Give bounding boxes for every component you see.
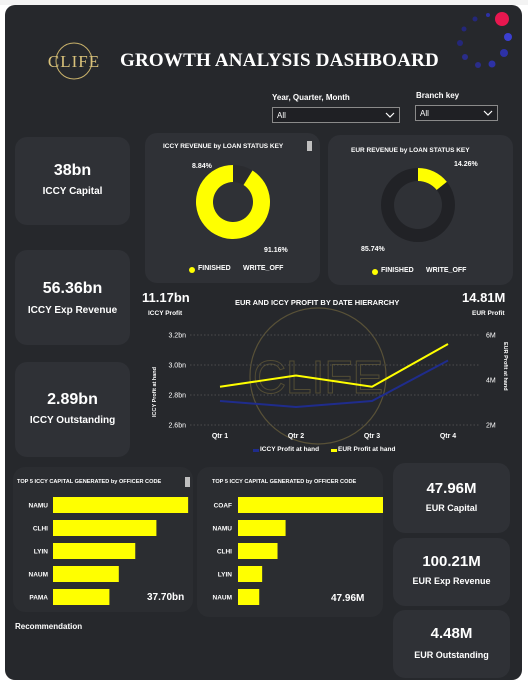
bar-clhi[interactable] (238, 543, 278, 559)
donut-chart-eur (381, 168, 455, 242)
x-tick-label: Qtr 4 (440, 433, 456, 440)
dashboard-canvas: CLIFE GROWTH ANALYSIS DASHBOARD Year, Qu… (5, 5, 522, 680)
logo-text: CLIFE (47, 52, 101, 71)
page-title: GROWTH ANALYSIS DASHBOARD (120, 50, 439, 71)
bar-category-label: PAMA (29, 595, 48, 602)
kpi-label: ICCY Capital (42, 186, 103, 197)
kpi-label: ICCY Exp Revenue (27, 305, 118, 316)
kpi-card-iccy-capital[interactable]: 38bn ICCY Capital (15, 137, 130, 225)
legend-dot-finished (372, 269, 378, 275)
bar-coaf[interactable] (238, 497, 383, 513)
profit-line-chart: CLIFE 3.2bn 3.0bn 2.8bn 2.6bn 6M 4M 2M Qtr 1 Qtr… (152, 307, 508, 445)
bar-naum[interactable] (238, 589, 260, 605)
donut-card-iccy-revenue[interactable]: ICCY REVENUE by LOAN STATUS KEY 8.84% 91… (145, 133, 320, 283)
donut-chart-iccy (196, 165, 270, 239)
kpi-label: EUR Exp Revenue (412, 576, 491, 586)
bar-category-label: LYIN (34, 549, 49, 556)
x-tick-label: Qtr 1 (212, 433, 228, 440)
kpi-card-iccy-outstanding[interactable]: 2.89bn ICCY Outstanding (15, 362, 130, 457)
kpi-card-eur-outstanding[interactable]: 4.48M EUR Outstanding (393, 610, 510, 678)
bar-category-label: COAF (214, 503, 232, 510)
kpi-value: 4.48M (430, 625, 473, 642)
bar-clhi[interactable] (53, 520, 157, 536)
period-slicer-value: All (277, 111, 286, 120)
kpi-value: 38bn (53, 162, 92, 179)
branch-slicer[interactable]: All (415, 105, 498, 121)
bar-category-label: NAMU (213, 526, 233, 533)
y-left-tick-label: 2.6bn (168, 423, 186, 430)
legend-line-iccy (253, 449, 259, 452)
chevron-down-icon (385, 112, 395, 118)
legend-iccy: ICCY Profit at hand (260, 446, 320, 453)
legend-line-eur (331, 449, 337, 452)
bar-total: 37.70bn (147, 592, 185, 603)
branch-slicer-value: All (420, 109, 429, 118)
y-right-tick-label: 4M (486, 378, 496, 385)
period-slicer-label: Year, Quarter, Month (272, 93, 350, 102)
y-left-tick-label: 2.8bn (168, 393, 186, 400)
right-axis-title: EUR Profit at hand (502, 342, 508, 391)
watermark-logo: CLIFE (249, 307, 387, 445)
bar-chart-iccy: NAMU CLHI LYIN NAUM PAMA (29, 497, 189, 605)
legend-finished: FINISHED (198, 265, 231, 272)
loading-dots-icon (457, 12, 512, 68)
bar-namu[interactable] (238, 520, 286, 536)
profit-chart-panel[interactable]: 11.17bn ICCY Profit 14.81M EUR Profit EU… (140, 290, 518, 460)
kpi-value: 2.89bn (47, 391, 98, 408)
kpi-value: 47.96M (426, 480, 477, 497)
period-slicer[interactable]: All (272, 107, 400, 123)
donut-card-eur-revenue[interactable]: EUR REVENUE by LOAN STATUS KEY 14.26% 85… (328, 135, 513, 285)
y-left-tick-label: 3.0bn (168, 363, 186, 370)
left-axis-title: ICCY Profit at hand (152, 367, 158, 417)
legend-write-off: WRITE_OFF (243, 265, 284, 272)
bar-naum[interactable] (53, 566, 119, 582)
bar-category-label: NAUM (29, 572, 49, 579)
kpi-label: ICCY Outstanding (29, 415, 116, 426)
kpi-card-eur-exp-revenue[interactable]: 100.21M EUR Exp Revenue (393, 538, 510, 606)
finished-pct-label: 91.16% (264, 247, 288, 254)
logo: CLIFE (42, 41, 106, 81)
x-tick-label: Qtr 3 (364, 433, 380, 440)
write-off-pct-label: 8.84% (192, 163, 212, 170)
legend-finished: FINISHED (381, 267, 414, 274)
bar-category-label: NAUM (213, 595, 233, 602)
legend-write-off: WRITE_OFF (426, 267, 467, 274)
bar-category-label: NAMU (29, 503, 49, 510)
recommendation-label: Recommendation (15, 622, 83, 631)
chevron-down-icon (483, 110, 493, 116)
bar-pama[interactable] (53, 589, 110, 605)
kpi-card-iccy-exp-revenue[interactable]: 56.36bn ICCY Exp Revenue (15, 250, 130, 345)
kpi-value: 56.36bn (42, 280, 103, 297)
kpi-card-eur-capital[interactable]: 47.96M EUR Capital (393, 463, 510, 533)
kpi-value: 100.21M (422, 553, 481, 570)
bar-category-label: CLHI (33, 526, 48, 533)
kpi-label: EUR Capital (425, 503, 478, 513)
y-left-tick-label: 3.2bn (168, 333, 186, 340)
write-off-pct-label: 85.74% (361, 246, 385, 253)
y-right-tick-label: 2M (486, 423, 496, 430)
kpi-label: EUR Outstanding (414, 650, 489, 660)
bar-lyin[interactable] (238, 566, 263, 582)
watermark-text: CLIFE (253, 351, 383, 403)
bar-category-label: LYIN (218, 572, 233, 579)
legend-eur: EUR Profit at hand (338, 446, 396, 453)
bar-card-iccy-officer[interactable]: TOP 5 ICCY CAPITAL GENERATED by OFFICER … (13, 467, 193, 612)
y-right-tick-label: 6M (486, 333, 496, 340)
bar-card-eur-officer[interactable]: TOP 5 ICCY CAPITAL GENERATED by OFFICER … (197, 467, 383, 617)
bar-namu[interactable] (53, 497, 189, 513)
x-tick-label: Qtr 2 (288, 433, 304, 440)
bar-total: 47.96M (331, 593, 365, 604)
donut-slice-finished[interactable] (196, 165, 270, 239)
bar-category-label: CLHI (217, 549, 232, 556)
legend-dot-finished (189, 267, 195, 273)
branch-slicer-label: Branch key (416, 91, 460, 100)
bar-lyin[interactable] (53, 543, 136, 559)
finished-pct-label: 14.26% (454, 161, 478, 168)
